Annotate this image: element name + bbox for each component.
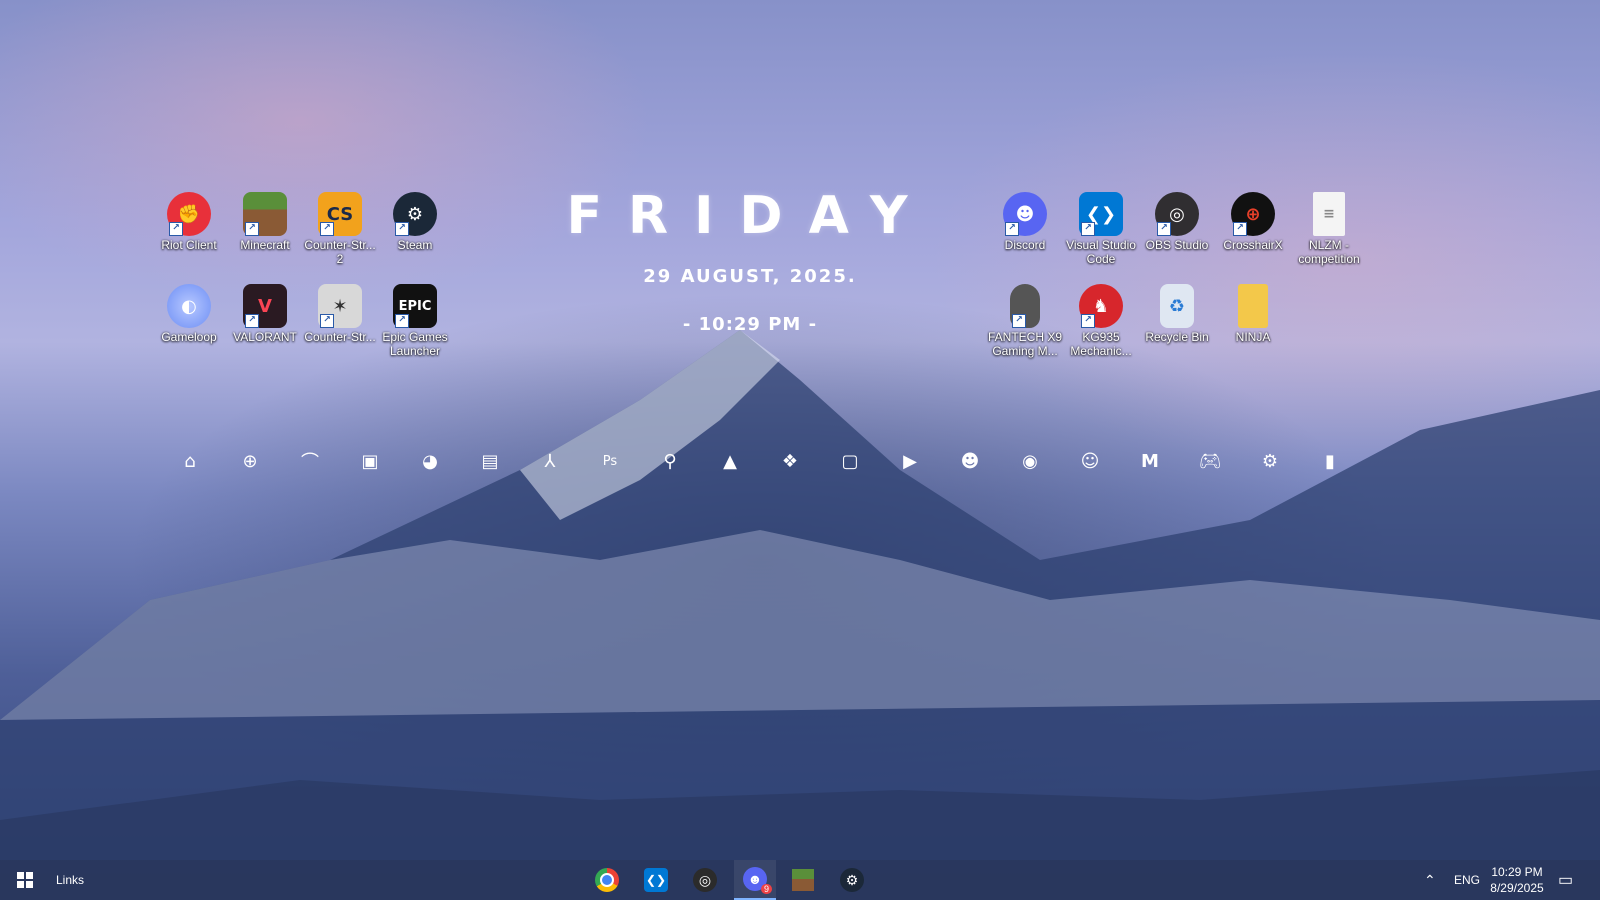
gamepad-icon[interactable]: 🎮︎ [1197,448,1223,474]
links-toolbar[interactable]: Links [50,860,90,900]
taskbar-clock[interactable]: 10:29 PM 8/29/2025 [1488,860,1546,900]
steam-icon: ⚙ ↗ [393,192,437,236]
mouse-icon: ↗ [1010,284,1040,328]
desktop-icon-vscode[interactable]: ❮❯ ↗ Visual Studio Code [1062,192,1140,266]
riot-client-icon: ✊ ↗ [167,192,211,236]
epic-games-icon: EPIC ↗ [393,284,437,328]
action-center-button[interactable]: ▭ [1558,860,1573,900]
counter-strike-icon: ✶ ↗ [318,284,362,328]
obs-studio-icon: ◎ [693,868,717,892]
desktop-icon-recycle-bin[interactable]: ♻ Recycle Bin [1138,284,1216,344]
download-icon[interactable]: ⊕ [237,448,263,474]
desktop-icon-steam[interactable]: ⚙ ↗ Steam [376,192,454,252]
start-button[interactable] [10,860,40,900]
reddit-icon[interactable]: ☺ [1077,448,1103,474]
desktop-icon-ninja-folder[interactable]: NINJA [1214,284,1292,344]
taskbar-time: 10:29 PM [1491,865,1543,879]
discord-icon: ☻ 9 [743,867,772,894]
taskbar-date: 8/29/2025 [1490,881,1544,895]
home-icon[interactable]: ⌂ [177,448,203,474]
youtube-icon[interactable]: ▶ [897,448,923,474]
show-hidden-icons-button[interactable]: ⌃ [1424,860,1436,900]
taskbar-chrome[interactable] [592,860,622,900]
office-icon[interactable]: ▤ [477,448,503,474]
recycle-bin-icon: ♻ [1160,284,1194,328]
desktop-icon-valorant[interactable]: V ↗ VALORANT [226,284,304,344]
redragon-icon: ♞ ↗ [1079,284,1123,328]
spotify-icon[interactable]: ◉ [1017,448,1043,474]
links-dock: ⌂ ⊕ ⌒ ▣ ◕ ▤ ⅄ Ps ⚲ ▲ ❖ ▢ ▶ ☻ ◉ ☺ M 🎮︎ ⚙ … [0,448,1600,478]
acrobat-icon[interactable]: ⅄ [537,448,563,474]
taskbar-steam[interactable]: ⚙ [837,860,867,900]
crosshairx-icon: ⊕ ↗ [1231,192,1275,236]
gallery-icon[interactable]: ▣ [357,448,383,474]
obs-studio-icon: ◎ ↗ [1155,192,1199,236]
minecraft-icon: ↗ [243,192,287,236]
settings-icon[interactable]: ⚙ [1257,448,1283,474]
chrome-icon [595,868,619,892]
desktop-icon-kg935[interactable]: ♞ ↗ KG935 Mechanic... [1062,284,1140,358]
discord-icon[interactable]: ☻ [957,448,983,474]
desktop-icon-discord[interactable]: ☻ ↗ Discord [986,192,1064,252]
desktop-icon-obs-studio[interactable]: ◎ ↗ OBS Studio [1138,192,1216,252]
photoshop-icon[interactable]: Ps [597,448,623,474]
vlc-icon[interactable]: ▲ [717,448,743,474]
taskbar-vscode[interactable]: ❮❯ [641,860,671,900]
discord-icon: ☻ ↗ [1003,192,1047,236]
desktop-icon-counter-strike-2[interactable]: CS ↗ Counter-Str... 2 [301,192,379,266]
twitch-icon[interactable]: ▢ [837,448,863,474]
widget-date: 29 AUGUST, 2025. [643,266,857,287]
trash-icon[interactable]: ▮ [1317,448,1343,474]
day-of-week-title: FRIDAY [566,186,934,246]
taskbar-discord[interactable]: ☻ 9 [734,860,776,900]
taskbar: Links ❮❯ ◎ ☻ 9 ⚙ ⌃ ENG 10:29 PM 8/29/202… [0,860,1600,900]
text-file-icon: ≡ [1313,192,1345,236]
kodi-icon[interactable]: ❖ [777,448,803,474]
desktop-icon-epic-games[interactable]: EPIC ↗ Epic Games Launcher [376,284,454,358]
taskbar-obs[interactable]: ◎ [690,860,720,900]
language-indicator[interactable]: ENG [1454,860,1480,900]
taskbar-minecraft[interactable] [788,860,818,900]
steam-icon: ⚙ [840,868,864,892]
counter-strike-2-icon: CS ↗ [318,192,362,236]
notification-badge: 9 [760,884,772,894]
chevron-up-icon: ⌃ [1424,871,1436,888]
widget-time: - 10:29 PM - [682,314,818,335]
desktop-icon-counter-strike[interactable]: ✶ ↗ Counter-Str... [301,284,379,344]
desktop-icon-gameloop[interactable]: ◐ Gameloop [150,284,228,344]
tube-icon[interactable]: ⌒ [297,448,323,474]
desktop-icon-minecraft[interactable]: ↗ Minecraft [226,192,304,252]
desktop-icon-riot-client[interactable]: ✊ ↗ Riot Client [150,192,228,252]
gmail-icon[interactable]: M [1137,448,1163,474]
vscode-icon: ❮❯ ↗ [1079,192,1123,236]
windows-logo-icon [17,872,33,888]
notification-icon: ▭ [1558,872,1574,889]
desktop-icon-nlzm-competition[interactable]: ≡ NLZM - competition [1290,192,1368,266]
maps-pin-icon[interactable]: ⚲ [657,448,683,474]
firefox-icon[interactable]: ◕ [417,448,443,474]
desktop-icon-crosshairx[interactable]: ⊕ ↗ CrosshairX [1214,192,1292,252]
valorant-icon: V ↗ [243,284,287,328]
vscode-icon: ❮❯ [644,868,668,892]
folder-icon [1238,284,1268,328]
gameloop-icon: ◐ [167,284,211,328]
desktop-icon-fantech-x9[interactable]: ↗ FANTECH X9 Gaming M... [986,284,1064,358]
minecraft-icon [792,869,814,891]
